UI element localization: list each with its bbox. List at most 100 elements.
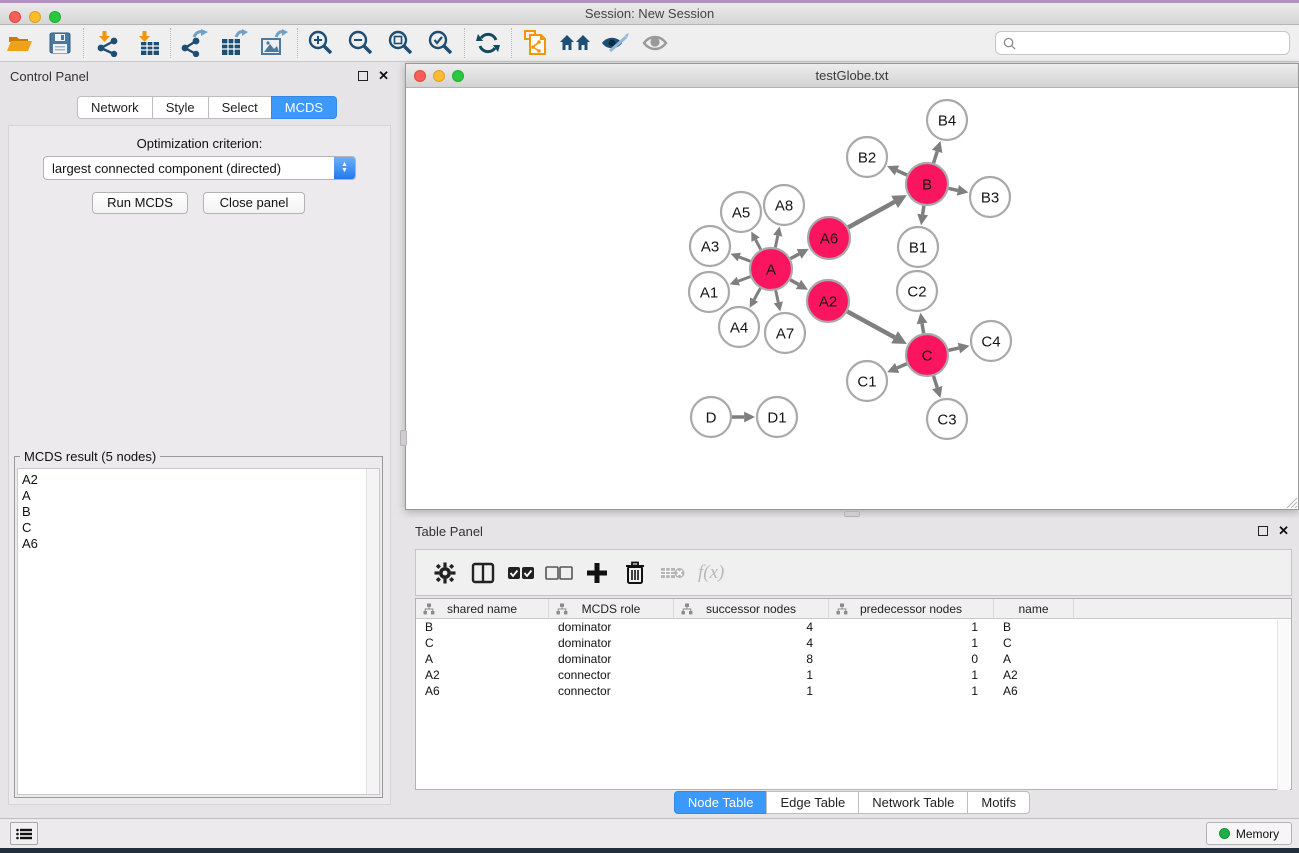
close-table-panel-icon[interactable]: ✕ xyxy=(1278,523,1289,539)
memory-label: Memory xyxy=(1236,827,1279,841)
minimize-network-window-icon[interactable] xyxy=(433,70,445,82)
table-row[interactable]: A6connector11A6 xyxy=(416,683,1291,699)
edge-A-A8[interactable] xyxy=(775,236,777,248)
select-all-button[interactable] xyxy=(502,555,540,591)
resize-grip-icon[interactable] xyxy=(1284,495,1297,508)
table-settings-button[interactable] xyxy=(426,555,464,591)
result-item[interactable]: C xyxy=(22,520,379,536)
mcds-result-list[interactable]: A2ABCA6 xyxy=(17,468,380,795)
window-titlebar: Session: New Session xyxy=(0,3,1299,25)
edge-B-B4[interactable] xyxy=(934,151,938,163)
clone-network-button[interactable] xyxy=(515,27,555,59)
delete-columns-button[interactable] xyxy=(616,555,654,591)
close-network-window-icon[interactable] xyxy=(414,70,426,82)
splitter-handle-horizontal[interactable] xyxy=(844,511,860,517)
cell-successor-nodes: 1 xyxy=(674,683,829,699)
column-header-name[interactable]: name xyxy=(994,599,1074,619)
column-header-successor-nodes[interactable]: successor nodes xyxy=(674,599,829,619)
tab-network-table[interactable]: Network Table xyxy=(858,791,968,814)
delete-table-button[interactable] xyxy=(654,555,692,591)
network-graph-canvas[interactable]: B4B2BB3A5A8A3A6B1AA1C2A2A4A7C4CC1C3DD1 xyxy=(406,88,1298,509)
tab-motifs[interactable]: Motifs xyxy=(967,791,1030,814)
result-item[interactable]: A xyxy=(22,488,379,504)
run-mcds-button[interactable]: Run MCDS xyxy=(92,192,188,214)
edge-A6-B[interactable] xyxy=(848,202,894,228)
tab-select[interactable]: Select xyxy=(208,96,272,119)
refresh-button[interactable] xyxy=(468,27,508,59)
edge-C-C1[interactable] xyxy=(897,364,907,368)
edge-C-C4[interactable] xyxy=(948,348,958,350)
zoom-selected-button[interactable] xyxy=(421,27,461,59)
optimization-criterion-label: Optimization criterion: xyxy=(0,136,399,151)
gear-icon xyxy=(434,562,456,584)
column-header-shared-name[interactable]: shared name xyxy=(416,599,549,619)
import-table-button[interactable] xyxy=(127,27,167,59)
tab-node-table[interactable]: Node Table xyxy=(674,791,768,814)
float-table-panel-icon[interactable] xyxy=(1258,526,1268,536)
first-neighbors-button[interactable] xyxy=(555,27,595,59)
splitter-handle-vertical[interactable] xyxy=(400,430,407,446)
edge-C-C2[interactable] xyxy=(922,323,924,333)
edge-A-A5[interactable] xyxy=(756,240,761,250)
result-list-scrollbar[interactable] xyxy=(366,469,379,794)
node-label-A2: A2 xyxy=(819,294,837,311)
zoom-fit-button[interactable] xyxy=(381,27,421,59)
edge-A-A3[interactable] xyxy=(739,257,750,261)
search-input[interactable] xyxy=(1021,36,1271,50)
edge-A-A6[interactable] xyxy=(790,254,799,259)
tab-edge-table[interactable]: Edge Table xyxy=(766,791,859,814)
edge-A-A2[interactable] xyxy=(790,280,798,285)
table-row[interactable]: Adominator80A xyxy=(416,651,1291,667)
column-header-MCDS-role[interactable]: MCDS role xyxy=(549,599,674,619)
search-field[interactable] xyxy=(995,31,1290,55)
tab-network[interactable]: Network xyxy=(77,96,153,119)
tab-mcds[interactable]: MCDS xyxy=(271,96,337,119)
float-panel-icon[interactable] xyxy=(358,71,368,81)
column-header-predecessor-nodes[interactable]: predecessor nodes xyxy=(829,599,994,619)
result-item[interactable]: A6 xyxy=(22,536,379,552)
open-session-button[interactable] xyxy=(0,27,40,59)
split-view-icon xyxy=(471,562,495,584)
zoom-out-button[interactable] xyxy=(341,27,381,59)
hide-selected-button[interactable] xyxy=(595,27,635,59)
edge-B-B2[interactable] xyxy=(897,170,907,174)
add-column-button[interactable] xyxy=(578,555,616,591)
table-row[interactable]: A2connector11A2 xyxy=(416,667,1291,683)
export-network-button[interactable] xyxy=(174,27,214,59)
edge-A-A4[interactable] xyxy=(754,288,760,299)
edge-C-C3[interactable] xyxy=(934,376,938,388)
minimize-window-icon[interactable] xyxy=(29,11,41,23)
memory-button[interactable]: Memory xyxy=(1206,822,1292,845)
show-all-button[interactable] xyxy=(635,27,675,59)
zoom-window-icon[interactable] xyxy=(49,11,61,23)
window-controls[interactable] xyxy=(9,11,61,23)
deselect-all-button[interactable] xyxy=(540,555,578,591)
save-session-button[interactable] xyxy=(40,27,80,59)
tab-style[interactable]: Style xyxy=(152,96,209,119)
zoom-in-button[interactable] xyxy=(301,27,341,59)
export-image-button[interactable] xyxy=(254,27,294,59)
result-item[interactable]: A2 xyxy=(22,472,379,488)
function-builder-button[interactable]: f(x) xyxy=(698,562,724,584)
edge-A-A1[interactable] xyxy=(738,277,750,281)
edge-A2-C[interactable] xyxy=(847,312,894,338)
table-row[interactable]: Bdominator41B xyxy=(416,619,1291,635)
close-panel-button[interactable]: Close panel xyxy=(203,192,305,214)
result-item[interactable]: B xyxy=(22,504,379,520)
edge-A-A7[interactable] xyxy=(776,290,779,302)
edge-arrowhead xyxy=(957,185,969,196)
network-window-controls[interactable] xyxy=(414,70,464,82)
table-scrollbar[interactable] xyxy=(1277,620,1290,790)
edge-B-B1[interactable] xyxy=(923,206,924,215)
status-menu-button[interactable] xyxy=(10,822,38,845)
close-window-icon[interactable] xyxy=(9,11,21,23)
table-split-view-button[interactable] xyxy=(464,555,502,591)
optimization-criterion-dropdown[interactable]: largest connected component (directed) ▲… xyxy=(43,156,356,180)
node-table[interactable]: shared nameMCDS rolesuccessor nodesprede… xyxy=(415,598,1292,790)
edge-B-B3[interactable] xyxy=(949,188,958,190)
close-panel-icon[interactable]: ✕ xyxy=(378,68,389,84)
import-network-button[interactable] xyxy=(87,27,127,59)
zoom-network-window-icon[interactable] xyxy=(452,70,464,82)
table-row[interactable]: Cdominator41C xyxy=(416,635,1291,651)
export-table-button[interactable] xyxy=(214,27,254,59)
